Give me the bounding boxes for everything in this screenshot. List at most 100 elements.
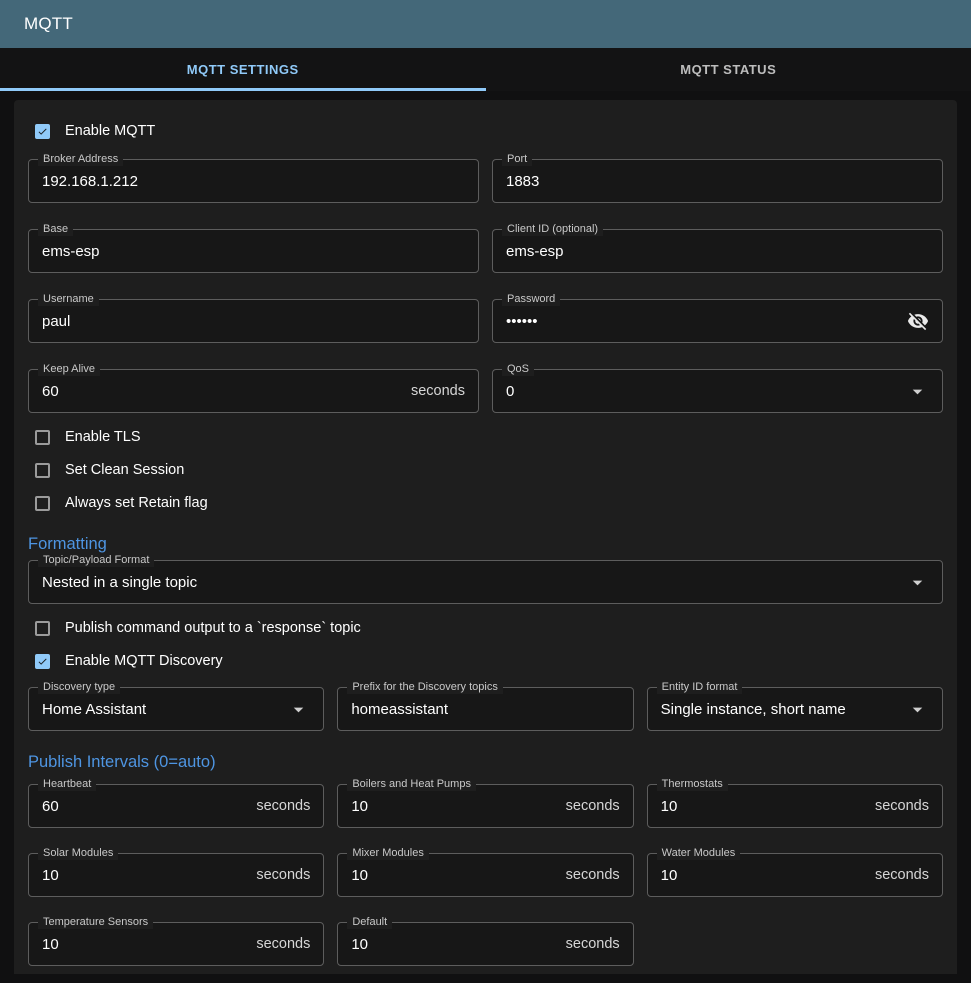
active-tab-indicator bbox=[0, 88, 486, 91]
formatting-heading: Formatting bbox=[28, 535, 943, 554]
field-value: 0 bbox=[506, 383, 514, 400]
publish-intervals-heading: Publish Intervals (0=auto) bbox=[28, 753, 943, 772]
field-label: Boilers and Heat Pumps bbox=[347, 778, 476, 791]
visibility-off-icon[interactable] bbox=[907, 310, 929, 332]
check-icon bbox=[37, 125, 48, 138]
water-interval-field[interactable]: Water Modules 10 seconds bbox=[647, 853, 943, 897]
checkbox-label: Always set Retain flag bbox=[65, 495, 208, 511]
field-value: ems-esp bbox=[42, 243, 100, 260]
mixer-interval-field[interactable]: Mixer Modules 10 seconds bbox=[337, 853, 633, 897]
field-value: 10 bbox=[42, 867, 59, 884]
arrow-drop-down-icon bbox=[287, 698, 310, 721]
checkbox-row-enable-tls[interactable]: Enable TLS bbox=[28, 428, 943, 446]
field-label: Thermostats bbox=[657, 778, 728, 791]
temperature-sensors-interval-field[interactable]: Temperature Sensors 10 seconds bbox=[28, 922, 324, 966]
field-value: Nested in a single topic bbox=[42, 574, 197, 591]
discovery-type-select[interactable]: Discovery type Home Assistant bbox=[28, 687, 324, 731]
entity-id-format-select[interactable]: Entity ID format Single instance, short … bbox=[647, 687, 943, 731]
arrow-drop-down-icon bbox=[906, 380, 929, 403]
field-unit: seconds bbox=[256, 798, 310, 814]
checkbox-label: Enable TLS bbox=[65, 429, 141, 445]
field-label: Broker Address bbox=[38, 153, 123, 166]
thermostats-interval-field[interactable]: Thermostats 10 seconds bbox=[647, 784, 943, 828]
field-value: 10 bbox=[351, 798, 368, 815]
keep-alive-field[interactable]: Keep Alive 60 seconds bbox=[28, 369, 479, 413]
field-label: Default bbox=[347, 916, 392, 929]
field-unit: seconds bbox=[875, 867, 929, 883]
checkbox-row-clean-session[interactable]: Set Clean Session bbox=[28, 461, 943, 479]
base-field[interactable]: Base ems-esp bbox=[28, 229, 479, 273]
enable-tls-checkbox[interactable] bbox=[35, 430, 50, 445]
app-bar: MQTT bbox=[0, 0, 971, 48]
field-value: 10 bbox=[661, 867, 678, 884]
field-label: Username bbox=[38, 293, 99, 306]
field-unit: seconds bbox=[256, 936, 310, 952]
field-label: Client ID (optional) bbox=[502, 223, 603, 236]
topic-payload-format-select[interactable]: Topic/Payload Format Nested in a single … bbox=[28, 560, 943, 604]
field-value: •••••• bbox=[506, 313, 538, 330]
checkbox-row-retain-flag[interactable]: Always set Retain flag bbox=[28, 494, 943, 512]
field-label: Heartbeat bbox=[38, 778, 96, 791]
username-field[interactable]: Username paul bbox=[28, 299, 479, 343]
enable-mqtt-checkbox[interactable] bbox=[35, 124, 50, 139]
checkbox-row-enable-mqtt[interactable]: Enable MQTT bbox=[28, 122, 943, 140]
publish-response-checkbox[interactable] bbox=[35, 621, 50, 636]
field-value: Single instance, short name bbox=[661, 701, 846, 718]
clean-session-checkbox[interactable] bbox=[35, 463, 50, 478]
checkbox-label: Enable MQTT bbox=[65, 123, 155, 139]
retain-flag-checkbox[interactable] bbox=[35, 496, 50, 511]
page-title: MQTT bbox=[24, 14, 73, 34]
tab-mqtt-settings[interactable]: MQTT SETTINGS bbox=[0, 48, 486, 91]
checkbox-label: Publish command output to a `response` t… bbox=[65, 620, 361, 636]
broker-address-field[interactable]: Broker Address 192.168.1.212 bbox=[28, 159, 479, 203]
heartbeat-interval-field[interactable]: Heartbeat 60 seconds bbox=[28, 784, 324, 828]
field-value: 10 bbox=[351, 936, 368, 953]
password-field[interactable]: Password •••••• bbox=[492, 299, 943, 343]
field-unit: seconds bbox=[256, 867, 310, 883]
field-label: Password bbox=[502, 293, 560, 306]
boilers-interval-field[interactable]: Boilers and Heat Pumps 10 seconds bbox=[337, 784, 633, 828]
arrow-drop-down-icon bbox=[906, 571, 929, 594]
default-interval-field[interactable]: Default 10 seconds bbox=[337, 922, 633, 966]
field-label: Temperature Sensors bbox=[38, 916, 153, 929]
field-value: homeassistant bbox=[351, 701, 448, 718]
field-value: 10 bbox=[351, 867, 368, 884]
client-id-field[interactable]: Client ID (optional) ems-esp bbox=[492, 229, 943, 273]
field-unit: seconds bbox=[875, 798, 929, 814]
solar-interval-field[interactable]: Solar Modules 10 seconds bbox=[28, 853, 324, 897]
enable-discovery-checkbox[interactable] bbox=[35, 654, 50, 669]
field-value: 10 bbox=[42, 936, 59, 953]
field-label: Port bbox=[502, 153, 532, 166]
checkbox-label: Enable MQTT Discovery bbox=[65, 653, 223, 669]
check-icon bbox=[37, 655, 48, 668]
field-label: Prefix for the Discovery topics bbox=[347, 681, 503, 694]
field-label: Topic/Payload Format bbox=[38, 554, 154, 567]
field-label: Mixer Modules bbox=[347, 847, 429, 860]
tab-mqtt-status[interactable]: MQTT STATUS bbox=[486, 48, 971, 91]
checkbox-row-enable-discovery[interactable]: Enable MQTT Discovery bbox=[28, 652, 943, 670]
field-unit: seconds bbox=[566, 867, 620, 883]
field-value: 1883 bbox=[506, 173, 539, 190]
settings-card: Enable MQTT Broker Address 192.168.1.212… bbox=[14, 100, 957, 974]
discovery-prefix-field[interactable]: Prefix for the Discovery topics homeassi… bbox=[337, 687, 633, 731]
field-value: 10 bbox=[661, 798, 678, 815]
qos-select[interactable]: QoS 0 bbox=[492, 369, 943, 413]
port-field[interactable]: Port 1883 bbox=[492, 159, 943, 203]
checkbox-label: Set Clean Session bbox=[65, 462, 184, 478]
field-unit: seconds bbox=[566, 936, 620, 952]
field-value: 192.168.1.212 bbox=[42, 173, 138, 190]
field-value: 60 bbox=[42, 383, 59, 400]
tab-bar: MQTT SETTINGS MQTT STATUS bbox=[0, 48, 971, 91]
checkbox-row-publish-response[interactable]: Publish command output to a `response` t… bbox=[28, 619, 943, 637]
empty-grid-cell bbox=[647, 916, 943, 966]
field-value: paul bbox=[42, 313, 70, 330]
field-label: Water Modules bbox=[657, 847, 741, 860]
field-label: Solar Modules bbox=[38, 847, 118, 860]
tab-label: MQTT SETTINGS bbox=[187, 62, 299, 77]
field-label: Discovery type bbox=[38, 681, 120, 694]
arrow-drop-down-icon bbox=[906, 698, 929, 721]
tab-label: MQTT STATUS bbox=[680, 62, 776, 77]
field-unit: seconds bbox=[411, 383, 465, 399]
field-label: QoS bbox=[502, 363, 534, 376]
field-label: Base bbox=[38, 223, 73, 236]
